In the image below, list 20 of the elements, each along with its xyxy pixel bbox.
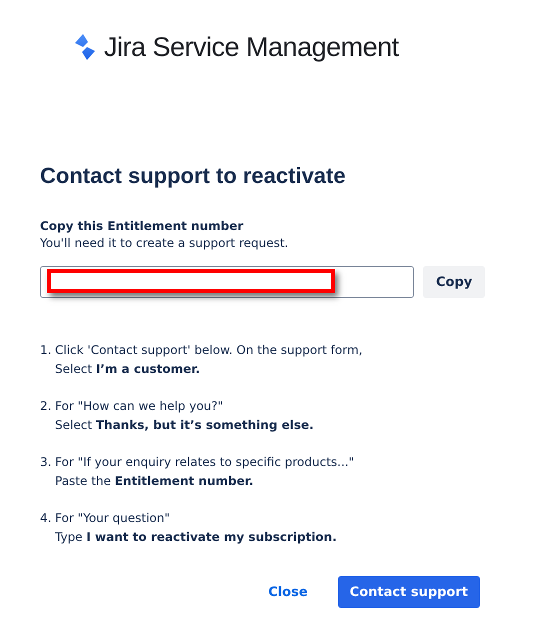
step-instruction: Select I’m a customer. (55, 361, 202, 378)
product-name: Jira Service Management (104, 32, 399, 62)
contact-support-button[interactable]: Contact support (338, 576, 480, 608)
step-text: For "How can we help you?" (55, 398, 224, 415)
close-button[interactable]: Close (256, 576, 320, 608)
lightning-bolt-icon (74, 34, 96, 60)
step-text: For "Your question" (55, 510, 171, 527)
step-instruction: Paste the Entitlement number. (55, 473, 254, 490)
field-hint: You'll need it to create a support request. (40, 235, 290, 252)
step-number: 1. (40, 342, 52, 359)
field-label: Copy this Entitlement number (40, 218, 244, 234)
dialog-title: Contact support to reactivate (40, 162, 347, 190)
copy-button[interactable]: Copy (423, 266, 486, 298)
step-number: 2. (40, 398, 52, 415)
step-text: For "If your enquiry relates to specific products..." (55, 454, 354, 471)
step-number: 4. (40, 510, 52, 527)
step-instruction: Type I want to reactivate my subscription. (55, 529, 337, 546)
step-text: Click 'Contact support' below. On the support form, (55, 342, 362, 359)
step-number: 3. (40, 454, 52, 471)
step-instruction: Select Thanks, but it’s something else. (55, 417, 314, 434)
